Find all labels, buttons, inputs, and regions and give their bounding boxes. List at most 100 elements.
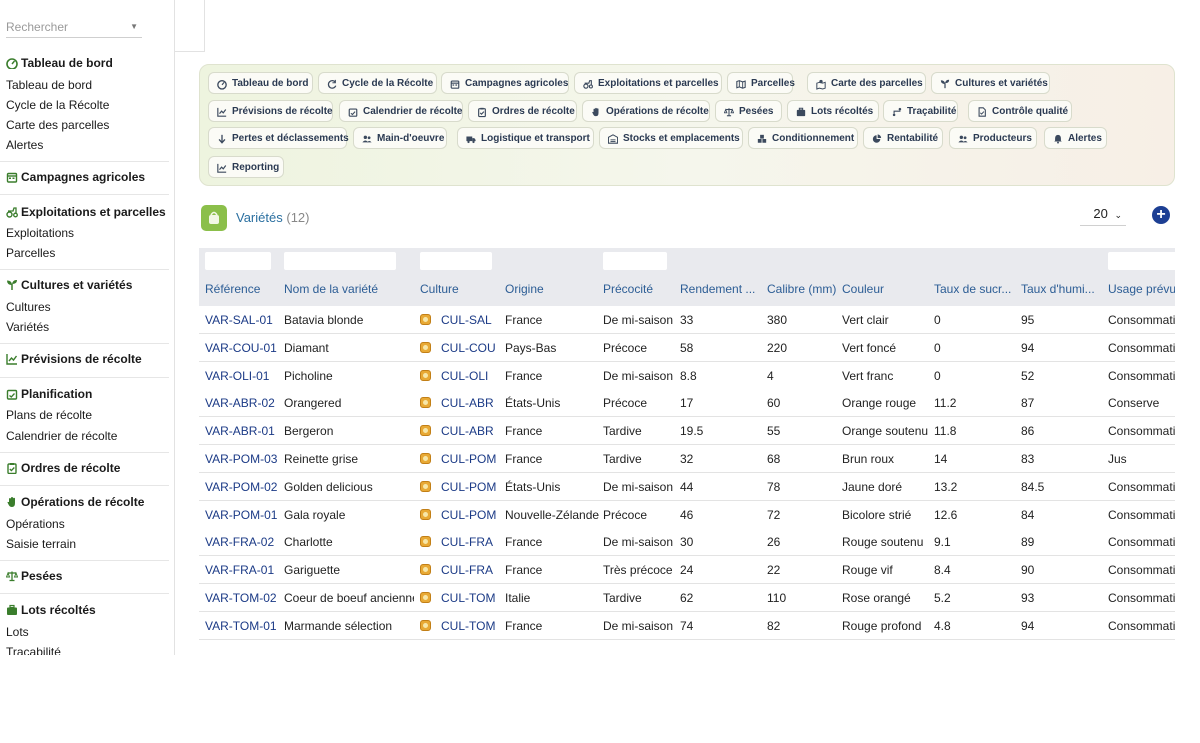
reference-link[interactable]: VAR-POM-02 (205, 480, 280, 494)
reference-link[interactable]: VAR-TOM-01 (205, 619, 280, 633)
sidebar-item-tableau-de-bord[interactable]: Tableau de bord (6, 78, 92, 92)
table-row[interactable]: VAR-COU-01 Diamant CUL-COU Pays-Bas Précoce 5… (199, 333, 1175, 362)
nav-chip-controle-qualite[interactable]: Contrôle qualité (968, 100, 1072, 122)
nav-chip-carte-des-parcelles[interactable]: Carte des parcelles (807, 72, 926, 94)
nav-chip-alertes[interactable]: Alertes (1044, 127, 1107, 149)
culture-link[interactable]: CUL-SAL (441, 313, 500, 327)
table-row[interactable]: VAR-FRA-02 Charlotte CUL-FRA France De mi-sa… (199, 528, 1175, 557)
column-header-calibre-mm[interactable]: Calibre (mm) (767, 282, 837, 296)
reference-link[interactable]: VAR-COU-01 (205, 341, 280, 355)
sidebar-item-cultures[interactable]: Cultures (6, 300, 51, 314)
nav-chip-parcelles[interactable]: Parcelles (727, 72, 795, 94)
reference-link[interactable]: VAR-SAL-01 (205, 313, 280, 327)
nav-chip-pesees[interactable]: Pesées (715, 100, 782, 122)
culture-link[interactable]: CUL-FRA (441, 535, 500, 549)
column-header-precocite[interactable]: Précocité (603, 282, 678, 296)
nav-chip-rentabilite[interactable]: Rentabilité (863, 127, 943, 149)
sidebar-item-lots[interactable]: Lots (6, 625, 29, 639)
column-header-nom-de-la-variete[interactable]: Nom de la variété (284, 282, 414, 296)
sidebar-section-lots-recoltes[interactable]: Lots récoltés (6, 603, 96, 617)
nav-chip-producteurs[interactable]: Producteurs (949, 127, 1037, 149)
culture-link[interactable]: CUL-TOM (441, 619, 500, 633)
nav-chip-stocks-et-emplacements[interactable]: Stocks et emplacements (599, 127, 743, 149)
table-row[interactable]: VAR-ABR-02 Orangered CUL-ABR États-Unis Préc… (199, 389, 1175, 418)
sidebar-section-previsions-de-recolte[interactable]: Prévisions de récolte (6, 352, 142, 366)
nav-chip-cycle-de-la-recolte[interactable]: Cycle de la Récolte (318, 72, 437, 94)
reference-link[interactable]: VAR-FRA-02 (205, 535, 280, 549)
table-row[interactable]: VAR-POM-02 Golden delicious CUL-POM États-U… (199, 472, 1175, 501)
sidebar-section-ordres-de-recolte[interactable]: Ordres de récolte (6, 461, 120, 475)
nav-chip-logistique-et-transport[interactable]: Logistique et transport (457, 127, 594, 149)
table-row[interactable]: VAR-TOM-02 Coeur de boeuf ancienne CUL-TOM… (199, 584, 1175, 612)
culture-link[interactable]: CUL-POM (441, 508, 500, 522)
sidebar-item-carte-des-parcelles[interactable]: Carte des parcelles (6, 118, 109, 132)
nav-chip-cultures-et-varietes[interactable]: Cultures et variétés (931, 72, 1050, 94)
sidebar-section-planification[interactable]: Planification (6, 387, 92, 401)
nav-chip-pertes-et-declassements[interactable]: Pertes et déclassements (208, 127, 349, 149)
sidebar-section-campagnes-agricoles[interactable]: Campagnes agricoles (6, 170, 145, 184)
culture-link[interactable]: CUL-OLI (441, 369, 500, 383)
column-header-origine[interactable]: Origine (505, 282, 600, 296)
table-row[interactable]: VAR-POM-01 Gala royale CUL-POM Nouvelle-Zél… (199, 500, 1175, 529)
sidebar-item-cycle-de-la-recolte[interactable]: Cycle de la Récolte (6, 98, 109, 112)
culture-link[interactable]: CUL-POM (441, 480, 500, 494)
nav-chip-calendrier-de-recolte[interactable]: Calendrier de récolte (339, 100, 463, 122)
table-row[interactable]: VAR-SAL-01 Batavia blonde CUL-SAL France De … (199, 306, 1175, 334)
reference-link[interactable]: VAR-POM-03 (205, 452, 280, 466)
sidebar-section-tableau-de-bord[interactable]: Tableau de bord (6, 56, 113, 70)
column-header-couleur[interactable]: Couleur (842, 282, 930, 296)
column-filter-input[interactable] (603, 252, 667, 270)
reference-link[interactable]: VAR-OLI-01 (205, 369, 280, 383)
nav-chip-exploitations-et-parcelles[interactable]: Exploitations et parcelles (574, 72, 722, 94)
nav-chip-tracabilite[interactable]: Traçabilité (883, 100, 958, 122)
culture-link[interactable]: CUL-FRA (441, 563, 500, 577)
sidebar-section-pesees[interactable]: Pesées (6, 569, 62, 583)
sidebar-item-tracabilite[interactable]: Traçabilité (6, 645, 61, 655)
sidebar-item-alertes[interactable]: Alertes (6, 138, 43, 152)
nav-chip-lots-recoltes[interactable]: Lots récoltés (787, 100, 879, 122)
column-header-reference[interactable]: Référence (205, 282, 280, 296)
page-size-select[interactable]: 20 ⌄ (1080, 206, 1126, 226)
column-filter-input[interactable] (284, 252, 396, 270)
search-input[interactable]: Rechercher ▼ (6, 18, 142, 38)
sidebar-item-plans-de-recolte[interactable]: Plans de récolte (6, 408, 92, 422)
nav-chip-previsions-de-recolte[interactable]: Prévisions de récolte (208, 100, 333, 122)
culture-link[interactable]: CUL-ABR (441, 396, 500, 410)
sidebar-item-saisie-terrain[interactable]: Saisie terrain (6, 537, 76, 551)
sidebar-item-calendrier-de-recolte[interactable]: Calendrier de récolte (6, 429, 117, 443)
nav-chip-conditionnement[interactable]: Conditionnement (748, 127, 858, 149)
table-row[interactable]: VAR-ABR-01 Bergeron CUL-ABR France Tardive 19… (199, 417, 1175, 446)
nav-chip-campagnes-agricoles[interactable]: Campagnes agricoles (441, 72, 569, 94)
table-row[interactable]: VAR-TOM-01 Marmande sélection CUL-TOM Franc… (199, 611, 1175, 640)
sidebar-item-operations[interactable]: Opérations (6, 517, 65, 531)
sidebar-item-parcelles[interactable]: Parcelles (6, 246, 55, 260)
sidebar-section-exploitations-et-parcelles[interactable]: Exploitations et parcelles (6, 205, 166, 219)
column-header-rendement[interactable]: Rendement ... (680, 282, 760, 296)
reference-link[interactable]: VAR-ABR-01 (205, 424, 280, 438)
table-row[interactable]: VAR-OLI-01 Picholine CUL-OLI France De mi-sa… (199, 361, 1175, 390)
table-row[interactable]: VAR-FRA-01 Gariguette CUL-FRA France Très pr… (199, 556, 1175, 585)
nav-chip-reporting[interactable]: Reporting (208, 156, 284, 178)
nav-chip-tableau-de-bord[interactable]: Tableau de bord (208, 72, 313, 94)
column-filter-input[interactable] (205, 252, 271, 270)
column-header-culture[interactable]: Culture (420, 282, 500, 296)
nav-chip-ordres-de-recolte[interactable]: Ordres de récolte (468, 100, 577, 122)
sidebar-section-operations-de-recolte[interactable]: Opérations de récolte (6, 495, 144, 509)
nav-chip-operations-de-recolte[interactable]: Opérations de récolte (582, 100, 710, 122)
sidebar-section-cultures-et-varietes[interactable]: Cultures et variétés (6, 278, 132, 292)
sidebar-item-varietes[interactable]: Variétés (6, 320, 49, 334)
reference-link[interactable]: VAR-POM-01 (205, 508, 280, 522)
column-header-taux-d-humi[interactable]: Taux d'humi... (1021, 282, 1103, 296)
column-header-taux-de-sucr[interactable]: Taux de sucr... (934, 282, 1016, 296)
column-filter-input[interactable] (420, 252, 492, 270)
reference-link[interactable]: VAR-FRA-01 (205, 563, 280, 577)
culture-link[interactable]: CUL-COU (441, 341, 500, 355)
column-header-usage-prevu[interactable]: Usage prévu (1108, 282, 1175, 296)
chevron-down-icon[interactable]: ▼ (130, 18, 138, 36)
culture-link[interactable]: CUL-ABR (441, 424, 500, 438)
table-row[interactable]: VAR-POM-03 Reinette grise CUL-POM France Tar… (199, 445, 1175, 473)
column-filter-input[interactable] (1108, 252, 1175, 270)
culture-link[interactable]: CUL-TOM (441, 591, 500, 605)
reference-link[interactable]: VAR-TOM-02 (205, 591, 280, 605)
add-variety-button[interactable]: + (1152, 206, 1170, 224)
